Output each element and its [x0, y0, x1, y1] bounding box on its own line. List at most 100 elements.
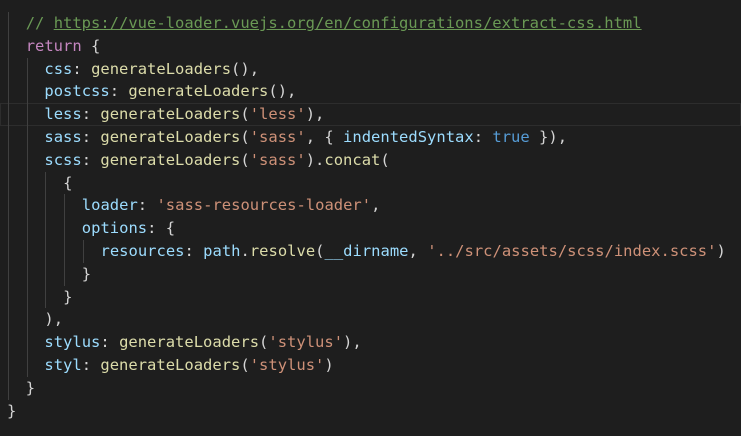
code-line[interactable]: // https://vue-loader.vuejs.org/en/confi… [0, 12, 741, 35]
indent-guide [45, 239, 47, 263]
code-text: css: generateLoaders(), [44, 58, 259, 81]
code-line[interactable]: resources: path.resolve(__dirname, '../s… [0, 239, 741, 263]
code-line[interactable]: } [0, 376, 741, 400]
indent-guide [26, 331, 28, 354]
code-line[interactable]: css: generateLoaders(), [0, 57, 741, 81]
token-punc: . [240, 241, 250, 260]
code-line[interactable]: scss: generateLoaders('sass').concat( [0, 148, 741, 172]
code-text: scss: generateLoaders('sass').concat( [44, 149, 389, 172]
indent-guide [26, 262, 28, 286]
indent-guide [8, 34, 9, 58]
token-punc: ( [380, 150, 390, 169]
token-punc: } [81, 264, 92, 283]
code-line[interactable]: } [0, 262, 741, 286]
code-line[interactable]: styl: generateLoaders('stylus') [0, 353, 741, 377]
token-punc: : [109, 82, 129, 101]
token-punc: ) [716, 241, 726, 260]
indent-guide [45, 217, 47, 240]
indent-guide [8, 308, 9, 332]
token-punc: (), [231, 59, 260, 78]
token-punc: ) [324, 355, 334, 374]
indent-guide [8, 285, 9, 309]
token-punc: : [81, 150, 101, 169]
code-editor[interactable]: // https://vue-loader.vuejs.org/en/confi… [0, 12, 741, 422]
code-line[interactable]: less: generateLoaders('less'), [0, 103, 741, 126]
code-text: } [82, 263, 91, 286]
code-line[interactable]: sass: generateLoaders('sass', { indented… [0, 125, 741, 149]
token-link[interactable]: https://vue-loader.vuejs.org/en/configur… [54, 14, 642, 32]
token-punc: ), [305, 105, 325, 124]
code-text: postcss: generateLoaders(), [44, 80, 296, 103]
token-func: generateLoaders [91, 59, 232, 78]
indent-guide [8, 103, 9, 126]
token-string: 'stylus' [249, 355, 325, 374]
token-prop: sass [44, 127, 82, 146]
indent-guide [8, 217, 9, 240]
code-text: } [63, 286, 72, 309]
indent-guide [26, 125, 28, 149]
token-punc: ( [259, 333, 269, 352]
token-punc: ( [240, 127, 250, 146]
token-punc: , { [305, 127, 344, 146]
indent-guide [8, 239, 9, 263]
token-func: resolve [249, 241, 316, 260]
token-string: 'less' [249, 105, 306, 124]
token-punc: : [184, 241, 204, 260]
token-prop: postcss [44, 82, 110, 101]
indent-guide [45, 262, 47, 286]
token-func: generateLoaders [100, 127, 241, 146]
token-prop: stylus [44, 333, 101, 352]
indent-guide [64, 239, 66, 263]
token-punc: ), [44, 310, 64, 329]
indent-guide [8, 353, 9, 377]
code-line[interactable]: } [0, 285, 741, 309]
indent-guide [64, 262, 66, 286]
code-line[interactable]: } [0, 400, 741, 423]
token-punc: }), [529, 127, 568, 146]
token-punc: } [25, 378, 36, 397]
token-punc: , [408, 241, 428, 260]
code-line[interactable]: return { [0, 34, 741, 58]
code-line[interactable]: loader: 'sass-resources-loader', [0, 194, 741, 218]
indent-guide [26, 171, 28, 195]
indent-guide [8, 12, 9, 35]
code-text: options: { [82, 217, 175, 240]
token-prop: indentedSyntax [343, 127, 474, 146]
token-string: 'stylus' [268, 333, 344, 352]
indent-guide [26, 194, 28, 218]
code-text: less: generateLoaders('less'), [44, 103, 324, 126]
token-func: generateLoaders [128, 82, 269, 101]
code-text: // https://vue-loader.vuejs.org/en/confi… [26, 12, 642, 35]
token-string: 'sass-resources-loader' [156, 196, 372, 215]
token-punc: ( [240, 105, 250, 124]
token-comment: // [25, 14, 54, 32]
token-func: generateLoaders [100, 355, 241, 374]
token-string: '../src/assets/scss/index.scss' [427, 241, 717, 260]
token-func: generateLoaders [100, 105, 241, 124]
token-func: generateLoaders [100, 150, 241, 169]
token-punc: : [81, 127, 101, 146]
token-punc: ( [240, 355, 250, 374]
token-punc: : [473, 127, 493, 146]
indent-guide [8, 148, 9, 172]
token-string: 'sass' [249, 150, 306, 169]
token-bool: true [492, 127, 530, 146]
code-text: styl: generateLoaders('stylus') [44, 354, 333, 377]
code-line[interactable]: stylus: generateLoaders('stylus'), [0, 331, 741, 354]
token-prop: options [81, 219, 148, 238]
indent-guide [64, 217, 66, 240]
code-text: } [7, 400, 16, 423]
code-line[interactable]: ), [0, 308, 741, 332]
code-text: stylus: generateLoaders('stylus'), [44, 331, 361, 354]
token-prop: css [44, 59, 73, 78]
token-punc: : [81, 105, 101, 124]
code-line[interactable]: options: { [0, 217, 741, 240]
code-line[interactable]: { [0, 171, 741, 195]
code-text: } [26, 377, 35, 400]
code-line[interactable]: postcss: generateLoaders(), [0, 80, 741, 104]
indent-guide [8, 80, 9, 104]
token-punc: { [63, 173, 73, 192]
token-prop: resources [100, 241, 185, 260]
indent-guide [8, 331, 9, 354]
indent-guide [82, 239, 84, 263]
